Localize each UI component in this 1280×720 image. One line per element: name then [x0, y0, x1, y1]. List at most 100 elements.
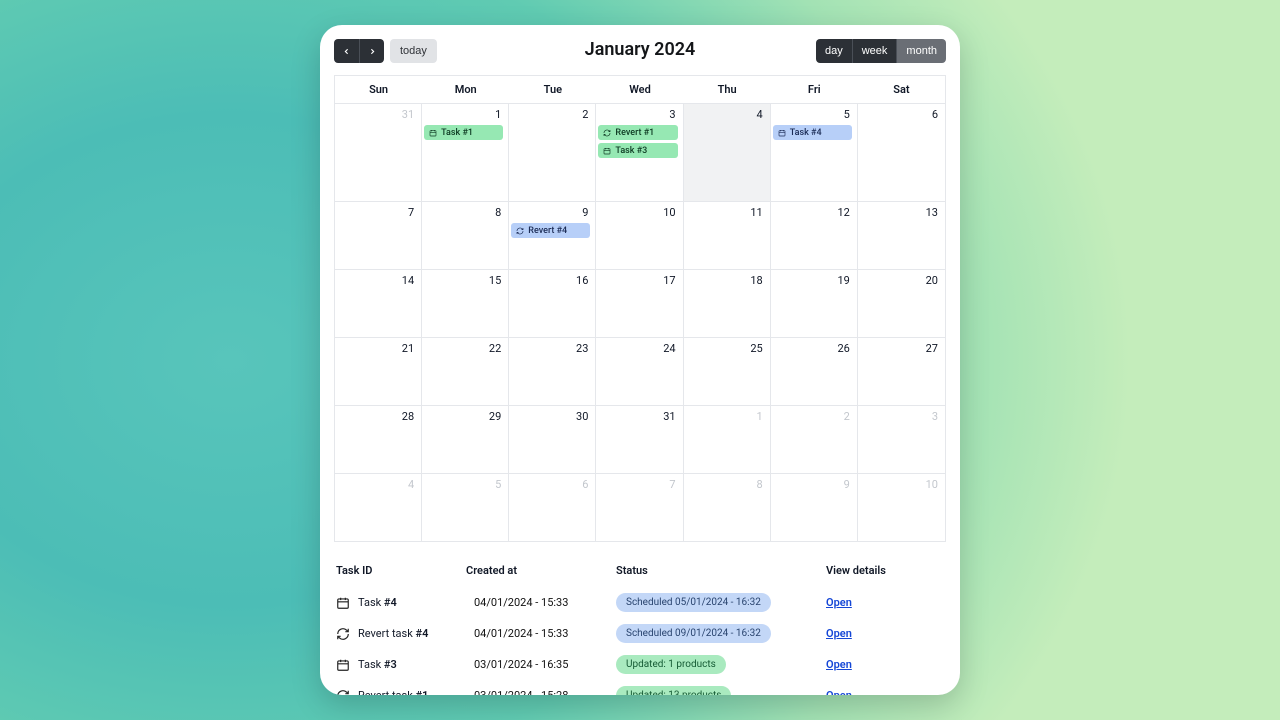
- calendar-cell[interactable]: 9 Revert #4: [509, 202, 596, 269]
- day-header: Tue: [509, 75, 596, 103]
- calendar-cell[interactable]: 7: [596, 474, 683, 541]
- event-label: Task #4: [790, 128, 822, 138]
- calendar-cell[interactable]: 16: [509, 270, 596, 337]
- date-number: 2: [773, 410, 852, 423]
- calendar-cell[interactable]: 6: [858, 104, 945, 201]
- calendar-event[interactable]: Task #1: [424, 125, 503, 140]
- calendar-cell[interactable]: 5: [422, 474, 509, 541]
- tasks-table: Task ID Created at Status View details T…: [334, 560, 946, 695]
- calendar-week-row: 28 29 3031123: [335, 405, 945, 473]
- calendar-cell[interactable]: 7: [335, 202, 422, 269]
- calendar-cell[interactable]: 18: [684, 270, 771, 337]
- date-number: 13: [860, 206, 940, 219]
- calendar-cell[interactable]: 23: [509, 338, 596, 405]
- task-details: Open: [826, 627, 944, 640]
- task-status: Updated: 13 products: [616, 686, 826, 695]
- day-header: Mon: [422, 75, 509, 103]
- calendar-cell[interactable]: 20: [858, 270, 945, 337]
- date-number: 19: [773, 274, 852, 287]
- day-header: Sun: [335, 75, 422, 103]
- calendar-cell[interactable]: 10: [596, 202, 683, 269]
- today-button[interactable]: today: [390, 39, 437, 63]
- calendar-event[interactable]: Task #3: [598, 143, 677, 158]
- calendar-cell[interactable]: 9: [771, 474, 858, 541]
- date-number: 8: [686, 478, 765, 491]
- calendar-cell[interactable]: 2: [509, 104, 596, 201]
- open-link[interactable]: Open: [826, 658, 852, 671]
- calendar-cell[interactable]: 3: [858, 406, 945, 473]
- date-number: 9: [511, 206, 590, 219]
- calendar-cell[interactable]: 28: [335, 406, 422, 473]
- task-row: Revert task #404/01/2024 - 15:33Schedule…: [336, 618, 944, 649]
- prev-button[interactable]: [334, 39, 359, 63]
- day-header: Thu: [684, 75, 771, 103]
- calendar-cell[interactable]: 15: [422, 270, 509, 337]
- calendar-cell[interactable]: 11: [684, 202, 771, 269]
- date-number: 4: [686, 108, 765, 121]
- refresh-icon: [336, 627, 350, 641]
- date-number: 7: [337, 206, 416, 219]
- date-number: 17: [598, 274, 677, 287]
- date-number: 29: [424, 410, 503, 423]
- date-number: 22: [424, 342, 503, 355]
- calendar-cell[interactable]: 24: [596, 338, 683, 405]
- calendar-cell[interactable]: 31: [596, 406, 683, 473]
- status-pill: Scheduled 05/01/2024 - 16:32: [616, 593, 771, 612]
- open-link[interactable]: Open: [826, 627, 852, 640]
- calendar-cell[interactable]: 12: [771, 202, 858, 269]
- calendar-grid: SunMonTueWedThuFriSat 311Task #123Revert…: [334, 75, 946, 542]
- calendar-event[interactable]: Revert #4: [511, 223, 590, 238]
- calendar-cell[interactable]: 6: [509, 474, 596, 541]
- calendar-toolbar: today day week month: [334, 39, 946, 63]
- calendar-cell[interactable]: 10: [858, 474, 945, 541]
- date-number: 20: [860, 274, 940, 287]
- calendar-cell[interactable]: 25: [684, 338, 771, 405]
- calendar-event[interactable]: Task #4: [773, 125, 852, 140]
- calendar-cell[interactable]: 1: [684, 406, 771, 473]
- date-number: 28: [337, 410, 416, 423]
- calendar-icon: [603, 147, 611, 155]
- open-link[interactable]: Open: [826, 596, 852, 609]
- open-link[interactable]: Open: [826, 689, 852, 695]
- calendar-cell[interactable]: 22: [422, 338, 509, 405]
- calendar-cell[interactable]: 1Task #1: [422, 104, 509, 201]
- date-number: 15: [424, 274, 503, 287]
- date-number: 9: [773, 478, 852, 491]
- calendar-cell[interactable]: 19: [771, 270, 858, 337]
- calendar-cell[interactable]: 5 Task #4: [771, 104, 858, 201]
- calendar-cell[interactable]: 17: [596, 270, 683, 337]
- calendar-cell[interactable]: 4: [335, 474, 422, 541]
- calendar-cell[interactable]: 3Revert #1Task #3: [596, 104, 683, 201]
- view-week-button[interactable]: week: [852, 39, 897, 63]
- calendar-cell[interactable]: 4: [684, 104, 771, 201]
- calendar-cell[interactable]: 26: [771, 338, 858, 405]
- calendar-day-header: SunMonTueWedThuFriSat: [335, 75, 945, 103]
- date-number: 26: [773, 342, 852, 355]
- view-month-button[interactable]: month: [896, 39, 946, 63]
- date-number: 1: [686, 410, 765, 423]
- calendar-cell[interactable]: 31: [335, 104, 422, 201]
- calendar-cell[interactable]: 2: [771, 406, 858, 473]
- next-button[interactable]: [359, 39, 384, 63]
- chevron-left-icon: [342, 47, 351, 56]
- date-number: 7: [598, 478, 677, 491]
- calendar-cell[interactable]: 29: [422, 406, 509, 473]
- date-number: 21: [337, 342, 416, 355]
- status-pill: Scheduled 09/01/2024 - 16:32: [616, 624, 771, 643]
- day-header: Sat: [858, 75, 945, 103]
- date-number: 6: [860, 108, 940, 121]
- calendar-event[interactable]: Revert #1: [598, 125, 677, 140]
- calendar-cell[interactable]: 13: [858, 202, 945, 269]
- calendar-cell[interactable]: 21: [335, 338, 422, 405]
- calendar-cell[interactable]: 8: [684, 474, 771, 541]
- calendar-cell[interactable]: 8: [422, 202, 509, 269]
- calendar-cell[interactable]: 27: [858, 338, 945, 405]
- date-number: 2: [511, 108, 590, 121]
- date-number: 5: [773, 108, 852, 121]
- nav-button-group: [334, 39, 384, 63]
- task-created: 03/01/2024 - 16:35: [466, 658, 616, 671]
- calendar-cell[interactable]: 14: [335, 270, 422, 337]
- date-number: 18: [686, 274, 765, 287]
- view-day-button[interactable]: day: [816, 39, 852, 63]
- calendar-cell[interactable]: 30: [509, 406, 596, 473]
